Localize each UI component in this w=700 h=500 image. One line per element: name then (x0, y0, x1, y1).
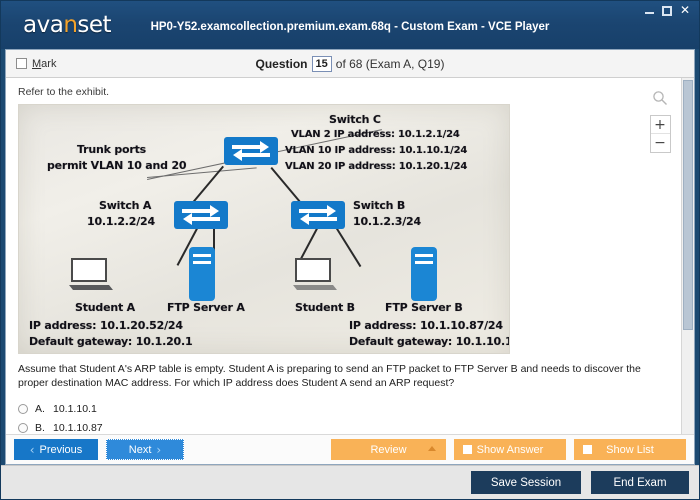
main-frame: Mark Question 15 of 68 (Exam A, Q19) Ref… (5, 49, 695, 465)
show-answer-button[interactable]: Show Answer (454, 439, 566, 460)
next-chevron-icon: › (156, 443, 161, 457)
content-scrollbar[interactable] (681, 78, 694, 434)
exhibit-ftp-server-b-label: FTP Server B (385, 301, 463, 314)
answer-option-a[interactable]: A. 10.1.10.1 (18, 399, 671, 418)
question-counter: Question 15 of 68 (Exam A, Q19) (6, 56, 694, 72)
review-button-label: Review (370, 444, 406, 456)
next-button-label: Next (129, 444, 152, 456)
maximize-icon[interactable] (662, 6, 672, 16)
avanset-logo: avanset (23, 12, 111, 38)
show-list-label: Show List (606, 444, 654, 456)
zoom-controls: + − (649, 90, 671, 153)
mark-label: Mark (32, 58, 56, 70)
question-text: Assume that Student A's ARP table is emp… (18, 362, 658, 390)
exhibit-switch-a-name: Switch A (99, 199, 151, 212)
exhibit-switch-a-icon (174, 201, 228, 229)
exhibit-switch-c-title: Switch C (329, 113, 381, 126)
exhibit-ftp-server-b-icon (411, 247, 437, 301)
exhibit-switch-b-ip: 10.1.2.3/24 (353, 215, 421, 228)
end-exam-button[interactable]: End Exam (591, 471, 689, 494)
previous-chevron-icon: ‹ (30, 443, 35, 457)
chevron-up-icon (428, 446, 436, 451)
exhibit-switch-c-vlan2: VLAN 2 IP address: 10.1.2.1/24 (291, 129, 460, 140)
footer-bar: Save Session End Exam (1, 465, 699, 499)
exhibit-switch-b-name: Switch B (353, 199, 405, 212)
show-answer-checkbox[interactable] (463, 445, 472, 454)
logo-text-tail: set (77, 12, 111, 38)
exhibit-ftp-server-a-icon (189, 247, 215, 301)
exhibit-switch-c-vlan20: VLAN 20 IP address: 10.1.20.1/24 (285, 161, 467, 172)
option-a-letter: A. (35, 403, 46, 415)
exhibit-ftp-server-b-ip: IP address: 10.1.10.87/24 (349, 319, 503, 332)
mark-checkbox-box[interactable] (16, 58, 27, 69)
show-list-checkbox[interactable] (583, 445, 592, 454)
exhibit-student-a-label: Student A (75, 301, 135, 314)
logo-text-main: ava (23, 12, 63, 38)
mark-label-rest: ark (41, 58, 56, 70)
zoom-button-group: + − (650, 115, 671, 153)
exhibit-student-a-gateway: Default gateway: 10.1.20.1 (29, 335, 192, 348)
show-list-button[interactable]: Show List (574, 439, 686, 460)
next-button[interactable]: Next › (106, 439, 184, 460)
question-header-bar: Mark Question 15 of 68 (Exam A, Q19) (6, 50, 694, 78)
exhibit-ftp-server-b-gateway: Default gateway: 10.1.10.1 (349, 335, 510, 348)
content-wrapper: Refer to the exhibit. (6, 78, 694, 434)
exhibit-switch-c-icon (224, 137, 278, 165)
zoom-out-button[interactable]: − (651, 134, 670, 152)
radio-option-b[interactable] (18, 423, 28, 433)
logo-text-accent: n (63, 12, 77, 38)
answer-options: A. 10.1.10.1 B. 10.1.10.87 C. 10.1.2.2 (18, 399, 671, 434)
question-content: Refer to the exhibit. (6, 78, 681, 434)
previous-button[interactable]: ‹ Previous (14, 439, 98, 460)
mark-accel-letter: M (32, 58, 41, 70)
save-session-button[interactable]: Save Session (471, 471, 581, 494)
scrollbar-thumb[interactable] (683, 80, 693, 330)
question-word: Question (256, 57, 308, 71)
question-total-label: of 68 (Exam A, Q19) (336, 57, 445, 71)
exhibit-student-a-laptop-icon (67, 257, 115, 291)
option-b-letter: B. (35, 422, 46, 434)
vce-player-window: avanset HP0-Y52.examcollection.premium.e… (0, 0, 700, 500)
exhibit-trunk-label-line2: permit VLAN 10 and 20 (47, 159, 186, 172)
link-switchb-ftpb (335, 227, 361, 267)
exhibit-switch-c-vlan10: VLAN 10 IP address: 10.1.10.1/24 (285, 145, 467, 156)
exhibit-trunk-label-line1: Trunk ports (77, 143, 146, 156)
exhibit-student-b-laptop-icon (291, 257, 339, 291)
option-b-value: 10.1.10.87 (53, 422, 103, 434)
window-controls: ✕ (644, 5, 691, 16)
zoom-in-button[interactable]: + (651, 116, 670, 134)
magnifier-icon (652, 90, 668, 111)
radio-option-a[interactable] (18, 404, 28, 414)
previous-button-label: Previous (40, 444, 83, 456)
answer-option-b[interactable]: B. 10.1.10.87 (18, 418, 671, 434)
refer-to-exhibit-text: Refer to the exhibit. (18, 86, 671, 98)
mark-checkbox[interactable]: Mark (16, 58, 56, 70)
exhibit-image[interactable]: Trunk ports permit VLAN 10 and 20 Switch… (18, 104, 510, 354)
show-answer-label: Show Answer (477, 444, 544, 456)
title-bar: avanset HP0-Y52.examcollection.premium.e… (1, 1, 699, 49)
exhibit-student-b-label: Student B (295, 301, 355, 314)
close-icon[interactable]: ✕ (679, 5, 691, 16)
navigation-toolbar: ‹ Previous Next › Review Show Answer Sho… (6, 434, 694, 464)
option-a-value: 10.1.10.1 (53, 403, 97, 415)
minimize-icon[interactable] (644, 5, 655, 16)
exhibit-student-a-ip: IP address: 10.1.20.52/24 (29, 319, 183, 332)
exhibit-switch-b-icon (291, 201, 345, 229)
exhibit-switch-a-ip: 10.1.2.2/24 (87, 215, 155, 228)
exhibit-ftp-server-a-label: FTP Server A (167, 301, 245, 314)
question-number-input[interactable]: 15 (312, 56, 332, 72)
review-button[interactable]: Review (331, 439, 446, 460)
